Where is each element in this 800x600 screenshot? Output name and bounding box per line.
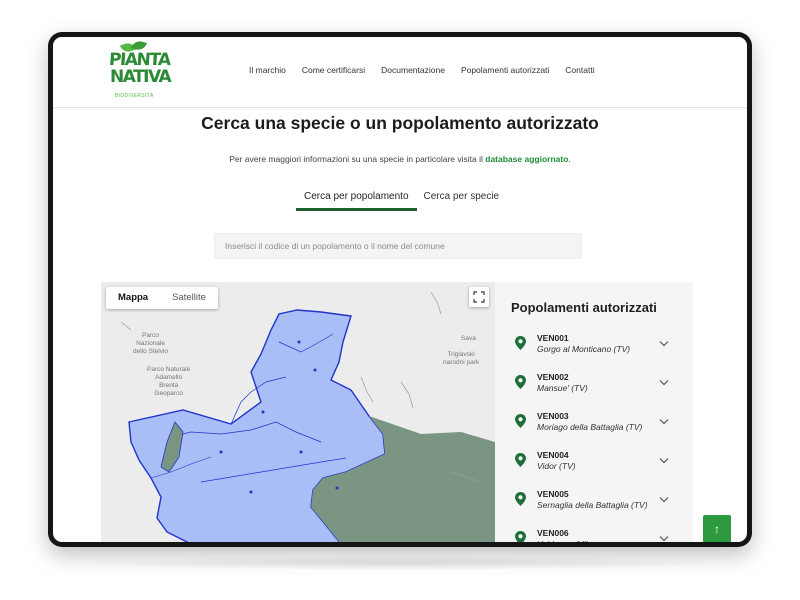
- chevron-down-icon[interactable]: [659, 340, 669, 347]
- location-pin-icon: [515, 492, 526, 506]
- popolamento-code: VEN001: [537, 333, 569, 343]
- search-field: [214, 233, 582, 259]
- map-type-satellite-button[interactable]: Satellite: [160, 287, 218, 309]
- nav-item-documentazione[interactable]: Documentazione: [381, 65, 445, 79]
- search-tabs: Cerca per popolamento Cerca per specie: [296, 185, 506, 211]
- site-header: PIANTA NATIVA BIODIVERSITÀ Il marchio Co…: [53, 37, 747, 108]
- popolamento-name: Gorgo al Monticano (TV): [537, 344, 631, 354]
- popolamento-item[interactable]: VEN001 Gorgo al Monticano (TV): [511, 331, 681, 365]
- chevron-down-icon[interactable]: [659, 496, 669, 503]
- main-nav: Il marchio Come certificarsi Documentazi…: [249, 65, 595, 79]
- population-marker[interactable]: [261, 410, 265, 414]
- popolamento-code: VEN005: [537, 489, 569, 499]
- population-marker[interactable]: [313, 368, 317, 372]
- map-label-parco-stelvio: Parco Nazionale dello Stelvio: [133, 332, 169, 355]
- logo-tagline: BIODIVERSITÀ: [115, 93, 154, 99]
- database-link[interactable]: database aggiornato: [485, 154, 568, 164]
- popolamento-item[interactable]: VEN002 Mansue' (TV): [511, 370, 681, 404]
- popolamento-code: VEN002: [537, 372, 569, 382]
- browser-screen: PIANTA NATIVA BIODIVERSITÀ Il marchio Co…: [53, 37, 747, 542]
- nav-item-popolamenti-autorizzati[interactable]: Popolamenti autorizzati: [461, 65, 549, 79]
- nav-item-contatti[interactable]: Contatti: [565, 65, 594, 79]
- nav-item-come-certificarsi[interactable]: Come certificarsi: [302, 65, 365, 79]
- logo-word-2: NATIVA: [110, 67, 172, 87]
- popolamento-item[interactable]: VEN003 Moriago della Battaglia (TV): [511, 409, 681, 443]
- info-text-end: .: [568, 154, 571, 164]
- search-input[interactable]: [215, 234, 581, 258]
- chevron-down-icon[interactable]: [659, 535, 669, 542]
- info-text-body: Per avere maggiori informazioni su una s…: [229, 154, 486, 164]
- fullscreen-button[interactable]: [469, 287, 489, 307]
- location-pin-icon: [515, 453, 526, 467]
- popolamenti-panel: Popolamenti autorizzati VEN001 Gorgo al M…: [495, 282, 693, 542]
- map-label-triglavski: Triglavski narodni park: [443, 351, 480, 366]
- map-type-mappa-button[interactable]: Mappa: [106, 287, 160, 309]
- chevron-down-icon[interactable]: [659, 418, 669, 425]
- location-pin-icon: [515, 336, 526, 350]
- popolamento-code: VEN003: [537, 411, 569, 421]
- pianta-nativa-logo[interactable]: PIANTA NATIVA BIODIVERSITÀ: [107, 39, 172, 101]
- population-marker[interactable]: [335, 486, 339, 490]
- population-marker[interactable]: [249, 490, 253, 494]
- page-title: Cerca una specie o un popolamento autori…: [201, 113, 599, 133]
- popolamento-item[interactable]: VEN005 Sernaglia della Battaglia (TV): [511, 487, 681, 521]
- popolamento-name: Sernaglia della Battaglia (TV): [537, 500, 648, 510]
- chevron-down-icon[interactable]: [659, 457, 669, 464]
- map-view[interactable]: Parco Nazionale dello Stelvio Parco Natu…: [101, 282, 495, 542]
- location-pin-icon: [515, 531, 526, 542]
- popolamento-item[interactable]: VEN004 Vidor (TV): [511, 448, 681, 482]
- popolamento-name: Moriago della Battaglia (TV): [537, 422, 643, 432]
- chevron-down-icon[interactable]: [659, 379, 669, 386]
- map-label-sava: Sava: [461, 335, 476, 342]
- popolamento-name: Valdagno (VI): [537, 539, 589, 542]
- population-marker[interactable]: [299, 450, 303, 454]
- popolamento-item[interactable]: VEN006Valdagno (VI): [511, 526, 681, 542]
- location-pin-icon: [515, 414, 526, 428]
- popolamento-name: Vidor (TV): [537, 461, 576, 471]
- tab-cerca-per-popolamento[interactable]: Cerca per popolamento: [296, 185, 417, 211]
- panel-title: Popolamenti autorizzati: [511, 300, 657, 315]
- population-marker[interactable]: [297, 340, 301, 344]
- popolamento-code: VEN004: [537, 450, 569, 460]
- population-marker[interactable]: [219, 450, 223, 454]
- scroll-to-top-button[interactable]: ↑: [703, 515, 731, 542]
- popolamento-name: Mansue' (TV): [537, 383, 588, 393]
- fullscreen-icon: [473, 291, 485, 303]
- tab-cerca-per-specie[interactable]: Cerca per specie: [417, 185, 507, 211]
- map-label-parco-adamello: Parco Naturale Adamello Brenta Geoparco: [147, 366, 191, 397]
- location-pin-icon: [515, 375, 526, 389]
- info-text: Per avere maggiori informazioni su una s…: [53, 154, 747, 164]
- popolamento-code: VEN006: [537, 528, 569, 538]
- map-canvas[interactable]: [101, 282, 495, 542]
- map-type-toggle: Mappa Satellite: [106, 287, 218, 309]
- arrow-up-icon: ↑: [714, 522, 720, 536]
- nav-item-il-marchio[interactable]: Il marchio: [249, 65, 286, 79]
- device-shadow: [70, 556, 730, 570]
